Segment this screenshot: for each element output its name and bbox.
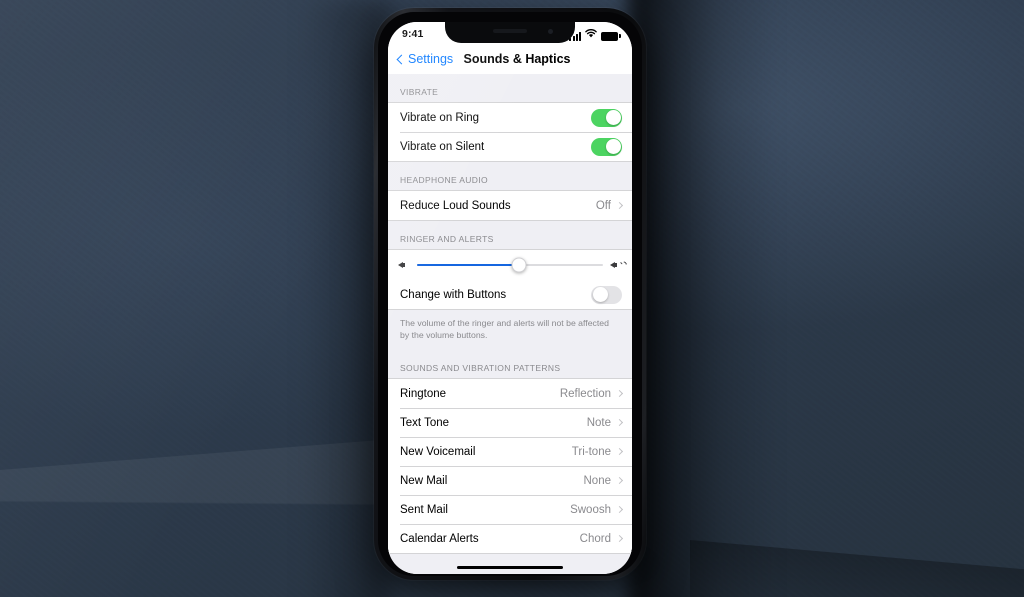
- row-value: Off: [595, 199, 611, 212]
- status-icons: [569, 26, 621, 41]
- back-button[interactable]: Settings: [396, 52, 454, 66]
- row-new-voicemail[interactable]: New Voicemail Tri-tone: [388, 437, 632, 466]
- chevron-left-icon: [396, 54, 407, 64]
- section-header-vibrate: VIBRATE: [400, 87, 439, 97]
- ringer-volume-slider[interactable]: [417, 257, 603, 273]
- row-label: Text Tone: [400, 416, 450, 429]
- speaker-low-icon: [398, 259, 410, 271]
- row-value: Chord: [579, 532, 611, 545]
- row-label: New Voicemail: [400, 445, 476, 458]
- section-sounds-and-vibration-patterns: Ringtone Reflection Text Tone Note New V…: [388, 378, 632, 554]
- row-value: Swoosh: [570, 503, 611, 516]
- wifi-icon: [585, 28, 597, 41]
- row-reduce-loud-sounds[interactable]: Reduce Loud Sounds Off: [388, 191, 632, 220]
- section-header-sounds-and-vibration-patterns: SOUNDS AND VIBRATION PATTERNS: [400, 363, 561, 373]
- toggle-knob: [605, 110, 621, 125]
- toggle-change-with-buttons[interactable]: [591, 285, 622, 304]
- phone-screen: 9:41 Settings Sounds & Haptics VIBRATE V…: [388, 22, 632, 574]
- row-label: Change with Buttons: [400, 288, 507, 301]
- section-headphone-audio: Reduce Loud Sounds Off: [388, 190, 632, 221]
- chevron-right-icon: [615, 418, 624, 427]
- row-ringtone[interactable]: Ringtone Reflection: [388, 379, 632, 408]
- row-label: Vibrate on Silent: [400, 140, 485, 153]
- toggle-vibrate-on-ring[interactable]: [591, 108, 622, 127]
- chevron-right-icon: [615, 201, 624, 210]
- device-bezel: 9:41 Settings Sounds & Haptics VIBRATE V…: [378, 12, 642, 576]
- chevron-right-icon: [615, 476, 624, 485]
- row-calendar-alerts[interactable]: Calendar Alerts Chord: [388, 524, 632, 553]
- notch: [445, 22, 575, 43]
- front-camera-icon: [548, 29, 553, 34]
- navigation-bar: Settings Sounds & Haptics: [388, 44, 632, 74]
- section-header-ringer-and-alerts: RINGER AND ALERTS: [400, 234, 494, 244]
- shadow-right: [628, 0, 778, 597]
- row-value: Tri-tone: [571, 445, 611, 458]
- row-text-tone[interactable]: Text Tone Note: [388, 408, 632, 437]
- speaker-high-icon: [610, 259, 628, 271]
- row-vibrate-on-silent[interactable]: Vibrate on Silent: [388, 132, 632, 161]
- section-ringer-and-alerts: Change with Buttons: [388, 249, 632, 310]
- chevron-right-icon: [615, 505, 624, 514]
- section-vibrate: Vibrate on Ring Vibrate on Silent: [388, 102, 632, 162]
- chevron-right-icon: [615, 447, 624, 456]
- row-label: Ringtone: [400, 387, 447, 400]
- row-value: None: [583, 474, 612, 487]
- ringer-footnote: The volume of the ringer and alerts will…: [400, 318, 609, 340]
- toggle-knob: [592, 287, 608, 302]
- row-label: Calendar Alerts: [400, 532, 479, 545]
- row-value: Note: [586, 416, 611, 429]
- row-vibrate-on-ring[interactable]: Vibrate on Ring: [388, 103, 632, 132]
- toggle-knob: [605, 139, 621, 154]
- section-header-headphone-audio: HEADPHONE AUDIO: [400, 175, 488, 185]
- toggle-vibrate-on-silent[interactable]: [591, 137, 622, 156]
- scene: 9:41 Settings Sounds & Haptics VIBRATE V…: [0, 0, 1024, 597]
- row-label: Sent Mail: [400, 503, 448, 516]
- iphone-device: 9:41 Settings Sounds & Haptics VIBRATE V…: [374, 8, 646, 580]
- chevron-right-icon: [615, 534, 624, 543]
- row-label: Reduce Loud Sounds: [400, 199, 511, 212]
- row-label: New Mail: [400, 474, 448, 487]
- slider-fill: [417, 263, 520, 267]
- row-value: Reflection: [559, 387, 611, 400]
- slider-thumb[interactable]: [511, 257, 527, 273]
- chevron-right-icon: [615, 389, 624, 398]
- ringer-volume-slider-row[interactable]: [388, 250, 632, 280]
- battery-icon: [601, 31, 621, 41]
- row-label: Vibrate on Ring: [400, 111, 480, 124]
- status-time: 9:41: [402, 28, 424, 40]
- row-sent-mail[interactable]: Sent Mail Swoosh: [388, 495, 632, 524]
- home-indicator[interactable]: [457, 565, 563, 569]
- settings-list[interactable]: VIBRATE Vibrate on Ring Vibrate on Silen…: [388, 74, 632, 574]
- back-button-label: Settings: [408, 52, 454, 66]
- row-change-with-buttons[interactable]: Change with Buttons: [388, 280, 632, 309]
- earpiece-speaker-icon: [493, 29, 527, 33]
- row-new-mail[interactable]: New Mail None: [388, 466, 632, 495]
